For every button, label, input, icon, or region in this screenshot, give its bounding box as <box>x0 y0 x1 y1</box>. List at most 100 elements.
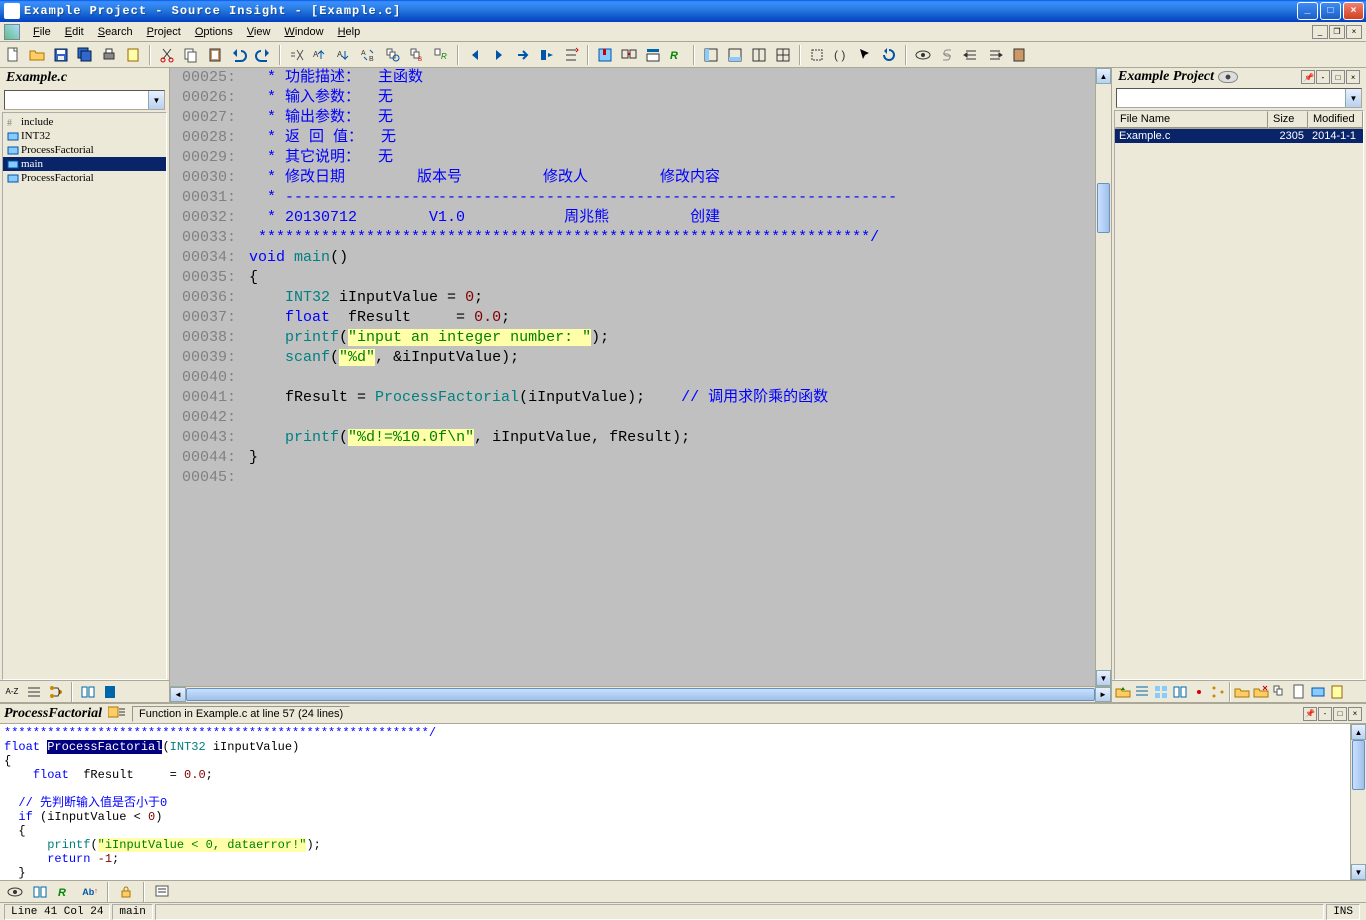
code-line[interactable]: 00030: * 修改日期 版本号 修改人 修改内容 <box>170 168 1095 188</box>
sync-files-button[interactable] <box>1271 683 1289 701</box>
undo-button[interactable] <box>228 44 250 66</box>
symbol-item[interactable]: main <box>3 157 166 171</box>
ctx-lock-button[interactable] <box>115 883 137 901</box>
print-button[interactable] <box>98 44 120 66</box>
code-line[interactable]: 00035: { <box>170 268 1095 288</box>
col-filename[interactable]: File Name <box>1115 111 1268 128</box>
ctx-scroll-up[interactable]: ▲ <box>1351 724 1366 740</box>
ctx-scroll-down[interactable]: ▼ <box>1351 864 1366 880</box>
menu-file[interactable]: File <box>26 25 58 39</box>
menu-view[interactable]: View <box>240 25 278 39</box>
ctx-abc-button[interactable]: Ab↑ <box>79 883 101 901</box>
project-file-list[interactable]: File Name Size Modified Example.c2305201… <box>1114 110 1364 680</box>
go-line-button[interactable] <box>560 44 582 66</box>
code-line[interactable]: 00045: <box>170 468 1095 488</box>
cut-button[interactable] <box>156 44 178 66</box>
symbol-browse-button[interactable] <box>642 44 664 66</box>
doc-button[interactable] <box>1290 683 1308 701</box>
find-files-button[interactable] <box>382 44 404 66</box>
code-line[interactable]: 00040: <box>170 368 1095 388</box>
sort-az-button[interactable]: A-Z <box>2 683 22 701</box>
menu-search[interactable]: Search <box>91 25 140 39</box>
folder-up-button[interactable] <box>1114 683 1132 701</box>
code-line[interactable]: 00036: INT32 iInputValue = 0; <box>170 288 1095 308</box>
symbol-item[interactable]: INT32 <box>3 129 166 143</box>
book-button[interactable] <box>1171 683 1189 701</box>
layout3-button[interactable] <box>748 44 770 66</box>
book-open-button[interactable] <box>78 683 98 701</box>
add-file-button[interactable] <box>1233 683 1251 701</box>
layout1-button[interactable] <box>700 44 722 66</box>
code-line[interactable]: 00032: * 20130712 V1.0 周兆熊 创建 <box>170 208 1095 228</box>
ctx-close-button[interactable]: × <box>1348 707 1362 721</box>
relation-button[interactable]: R <box>666 44 688 66</box>
code-line[interactable]: 00041: fResult = ProcessFactorial(iInput… <box>170 388 1095 408</box>
select-block-button[interactable] <box>806 44 828 66</box>
scroll-thumb-h[interactable] <box>186 688 1095 701</box>
code-line[interactable]: 00037: float fResult = 0.0; <box>170 308 1095 328</box>
pin-button[interactable]: 📌 <box>1301 70 1315 84</box>
code-line[interactable]: 00031: * -------------------------------… <box>170 188 1095 208</box>
goto-link-button[interactable] <box>936 44 958 66</box>
panel-min-button[interactable]: - <box>1316 70 1330 84</box>
lookup-button[interactable]: R <box>430 44 452 66</box>
go-forward-button[interactable] <box>488 44 510 66</box>
save-button[interactable] <box>50 44 72 66</box>
remove-file-button[interactable] <box>1252 683 1270 701</box>
ctx-scroll-thumb[interactable] <box>1352 740 1365 790</box>
indent-left-button[interactable] <box>960 44 982 66</box>
ctx-relation-button[interactable]: R <box>54 883 76 901</box>
paste-button[interactable] <box>204 44 226 66</box>
symbol-item[interactable]: #include <box>3 115 166 129</box>
parens-button[interactable]: ( ) <box>830 44 852 66</box>
close-button[interactable]: × <box>1343 2 1364 20</box>
scroll-thumb[interactable] <box>1097 183 1110 233</box>
go-back-button[interactable] <box>464 44 486 66</box>
menu-help[interactable]: Help <box>331 25 368 39</box>
find-prev-button[interactable]: A <box>310 44 332 66</box>
view-list-button[interactable] <box>24 683 44 701</box>
menu-options[interactable]: Options <box>188 25 240 39</box>
doc-options-button[interactable] <box>122 44 144 66</box>
bookmark-button[interactable] <box>594 44 616 66</box>
panel-close-button[interactable]: × <box>1346 70 1360 84</box>
symbol-list[interactable]: #include INT32ProcessFactorialmainProces… <box>2 112 167 680</box>
replace-button[interactable]: AB <box>358 44 380 66</box>
symbol-item[interactable]: ProcessFactorial <box>3 171 166 185</box>
code-editor[interactable]: 00025: * 功能描述： 主函数00026: * 输入参数： 无00027:… <box>170 68 1095 686</box>
tree-button[interactable] <box>1209 683 1227 701</box>
ctx-min-button[interactable]: - <box>1318 707 1332 721</box>
link-window-button[interactable] <box>618 44 640 66</box>
code-line[interactable]: 00027: * 输出参数： 无 <box>170 108 1095 128</box>
scroll-left-button[interactable]: ◄ <box>170 687 186 702</box>
context-vscrollbar[interactable]: ▲ ▼ <box>1350 724 1366 880</box>
jump-caller-button[interactable] <box>536 44 558 66</box>
editor-hscrollbar[interactable]: ◄ ► <box>170 686 1111 702</box>
save-all-button[interactable] <box>74 44 96 66</box>
mdi-close-button[interactable]: × <box>1346 25 1362 39</box>
book-toggle-button[interactable] <box>100 683 120 701</box>
arrow-cursor-button[interactable] <box>854 44 876 66</box>
col-modified[interactable]: Modified <box>1308 111 1363 128</box>
new-button[interactable] <box>2 44 24 66</box>
sync-button[interactable] <box>1190 683 1208 701</box>
code-line[interactable]: 00028: * 返 回 值： 无 <box>170 128 1095 148</box>
find-next-button[interactable]: A <box>334 44 356 66</box>
panel-max-button[interactable]: □ <box>1331 70 1345 84</box>
mdi-minimize-button[interactable]: _ <box>1312 25 1328 39</box>
list-view-button[interactable] <box>1133 683 1151 701</box>
layout4-button[interactable] <box>772 44 794 66</box>
code-line[interactable]: 00026: * 输入参数： 无 <box>170 88 1095 108</box>
code-line[interactable]: 00044: } <box>170 448 1095 468</box>
chevron-down-icon[interactable]: ▼ <box>148 91 164 109</box>
context-code[interactable]: ****************************************… <box>0 724 1350 880</box>
col-size[interactable]: Size <box>1268 111 1308 128</box>
scroll-up-button[interactable]: ▲ <box>1096 68 1111 84</box>
code-line[interactable]: 00043: printf("%d!=%10.0f\n", iInputValu… <box>170 428 1095 448</box>
file-row[interactable]: Example.c23052014-1-1 <box>1115 129 1363 143</box>
code-line[interactable]: 00025: * 功能描述： 主函数 <box>170 68 1095 88</box>
open-button[interactable] <box>26 44 48 66</box>
chevron-down-icon[interactable]: ▼ <box>1345 89 1361 107</box>
ctx-book-button[interactable] <box>29 883 51 901</box>
menu-project[interactable]: Project <box>140 25 188 39</box>
